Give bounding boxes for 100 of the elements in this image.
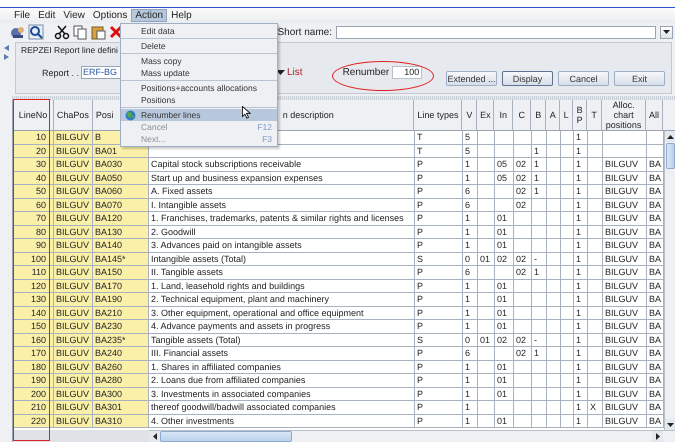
column-header[interactable]: B P [573, 100, 588, 130]
column-header[interactable]: T [587, 100, 602, 130]
table-cell: 1 [574, 226, 588, 239]
dialog-button[interactable]: Display [502, 71, 553, 86]
table-cell: P [415, 198, 463, 212]
table-cell: 1 [574, 334, 588, 347]
table-cell: BILGUV [603, 320, 647, 334]
menu-item[interactable]: Help [167, 9, 196, 22]
menu-item[interactable]: File [10, 9, 34, 22]
table-cell: BA [647, 212, 664, 226]
table-cell: 110 [13, 266, 54, 280]
column-header[interactable]: L [560, 100, 574, 130]
column-header[interactable]: Ex [477, 100, 494, 130]
menu-item[interactable]: Mass update [121, 67, 277, 79]
column-header[interactable]: Alloc. chart positions [602, 100, 646, 130]
table-cell: 02 [514, 334, 532, 347]
table-cell: 1 [574, 252, 588, 266]
column-header[interactable]: ChaPos [54, 100, 93, 130]
menu-item[interactable]: Action [131, 9, 168, 22]
table-cell: 6 [463, 198, 478, 212]
table-cell: BA [647, 414, 664, 428]
table-cell: Capital stock subscriptions receivable [149, 158, 415, 172]
dialog-button[interactable]: Cancel [558, 71, 609, 86]
menu-item[interactable]: Renumber lines [121, 109, 277, 121]
table-cell: 0 [463, 334, 478, 347]
table-cell: P [415, 320, 463, 334]
table-cell: 1 [574, 293, 588, 306]
table-cell: BILGUV [54, 360, 93, 374]
table-cell: BILGUV [603, 239, 647, 252]
table-cell: 1 [532, 266, 547, 280]
table-cell: P [415, 306, 463, 320]
table-cell: BILGUV [54, 374, 93, 388]
table-cell: 02 [514, 266, 532, 280]
menu-item[interactable]: View [59, 9, 89, 22]
table-cell: 1 [574, 388, 588, 401]
table-cell: P [415, 347, 463, 360]
table-cell: BILGUV [54, 388, 93, 401]
table-cell: A. Fixed assets [149, 185, 415, 198]
table-cell: BA120 [93, 212, 149, 226]
table-cell: P [415, 280, 463, 293]
column-header[interactable]: C [513, 100, 532, 130]
table-cell: BILGUV [603, 360, 647, 374]
table-cell: 170 [13, 347, 54, 360]
table-cell: 1 [463, 401, 478, 414]
short-name-label: Short name: [278, 26, 332, 38]
table-cell: 1 [463, 280, 478, 293]
dialog-button[interactable]: Extended ... [446, 71, 497, 86]
table-cell: S [415, 334, 463, 347]
table-cell: T [415, 131, 463, 144]
column-header[interactable]: A [546, 100, 560, 130]
table-cell: P [415, 212, 463, 226]
table-cell: 01 [495, 280, 514, 293]
table-cell: 1 [574, 212, 588, 226]
menu-label: Edit data [141, 26, 175, 36]
menu-item[interactable]: Options [88, 9, 132, 22]
table-cell: BA [647, 158, 664, 172]
column-header[interactable]: B [531, 100, 546, 130]
menu-item[interactable]: Edit data [121, 25, 277, 37]
dialog-button[interactable]: Exit [614, 71, 665, 86]
table-cell: BA240 [93, 347, 149, 360]
table-cell: BILGUV [603, 172, 647, 185]
table-cell: 01 [495, 306, 514, 320]
renumber-field[interactable]: 100 [392, 66, 422, 79]
table-cell: 01 [495, 414, 514, 428]
table-cell: BILGUV [54, 280, 93, 293]
table-cell: BA260 [93, 360, 149, 374]
menu-item[interactable]: Edit [34, 9, 60, 22]
table-cell: 50 [13, 185, 54, 198]
table-cell: 1. Shares in affiliated companies [149, 360, 415, 374]
menu-item[interactable]: Positions+accounts allocations [121, 82, 277, 94]
table-cell: T [415, 144, 463, 158]
table-cell: 01 [495, 212, 514, 226]
list-link[interactable]: List [287, 67, 303, 78]
table-cell: BILGUV [603, 252, 647, 266]
table-cell: 2. Technical equipment, plant and machinery [149, 293, 415, 306]
menu-item[interactable]: Mass copy [121, 55, 277, 67]
table-cell: BILGUV [54, 198, 93, 212]
table-cell: BA060 [93, 185, 149, 198]
column-header[interactable]: LineNo [13, 100, 54, 130]
column-header[interactable]: V [462, 100, 478, 130]
table-cell: 90 [13, 239, 54, 252]
table-cell: 1 [463, 320, 478, 334]
table-cell: 6 [463, 185, 478, 198]
table-cell: BILGUV [603, 198, 647, 212]
table-cell: 01 [495, 239, 514, 252]
column-header[interactable]: Line types [414, 100, 462, 130]
table-cell: BA [647, 334, 664, 347]
table-cell: BILGUV [54, 172, 93, 185]
table-cell: BILGUV [54, 334, 93, 347]
table-cell: 4. Advance payments and assets in progress [149, 320, 415, 334]
table-cell: 02 [514, 185, 532, 198]
menu-item[interactable]: Delete [121, 40, 277, 52]
table-cell: 1 [574, 320, 588, 334]
column-header[interactable]: In [494, 100, 514, 130]
table-cell: P [415, 172, 463, 185]
table-cell: BA [647, 320, 664, 334]
table-cell: BILGUV [603, 185, 647, 198]
table-cell: BA [647, 252, 664, 266]
table-cell: BA280 [93, 374, 149, 388]
menu-label: Mass copy [141, 56, 182, 66]
